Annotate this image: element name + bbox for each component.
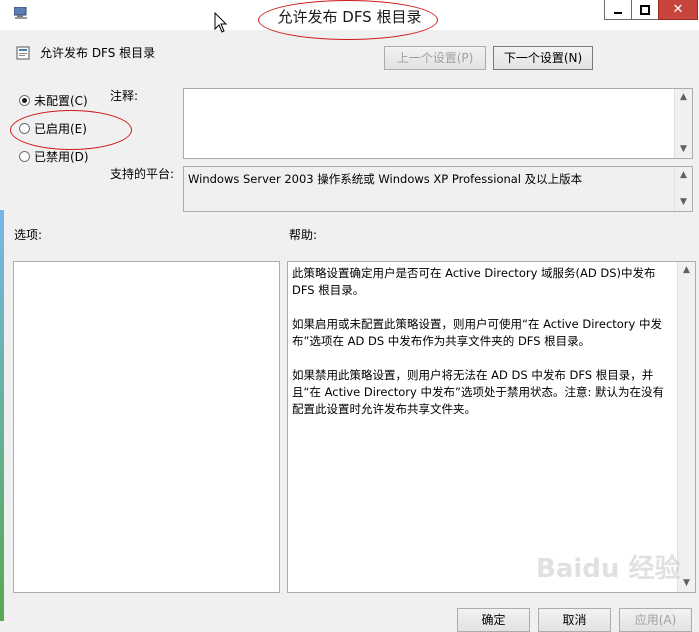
- help-section-label: 帮助:: [289, 228, 318, 242]
- desktop-edge: [0, 210, 4, 621]
- minimize-button[interactable]: [604, 0, 632, 20]
- help-scrollbar[interactable]: ▲ ▼: [677, 262, 695, 592]
- options-section-label: 选项:: [14, 228, 43, 242]
- ok-button[interactable]: 确定: [457, 608, 530, 632]
- help-pane: 此策略设置确定用户是否可在 Active Directory 域服务(AD DS…: [287, 261, 696, 593]
- policy-name: 允许发布 DFS 根目录: [40, 46, 156, 60]
- mouse-cursor-icon: [214, 11, 228, 34]
- scroll-up-icon[interactable]: ▲: [675, 167, 692, 184]
- platform-label: 支持的平台:: [110, 167, 175, 181]
- scroll-up-icon[interactable]: ▲: [675, 89, 692, 106]
- title-annotation-ellipse: [258, 0, 438, 40]
- scroll-down-icon[interactable]: ▼: [675, 194, 692, 211]
- comment-textarea[interactable]: ▲ ▼: [183, 88, 693, 159]
- platform-box: Windows Server 2003 操作系统或 Windows XP Pro…: [183, 166, 693, 212]
- radio-disabled-indicator[interactable]: [19, 151, 30, 162]
- scroll-down-icon[interactable]: ▼: [675, 141, 692, 158]
- previous-setting-button[interactable]: 上一个设置(P): [384, 46, 486, 70]
- watermark: Baidu 经验: [536, 554, 681, 584]
- radio-disabled[interactable]: 已禁用(D): [19, 148, 89, 165]
- radio-not-configured-label: 未配置(C): [34, 94, 88, 108]
- maximize-button[interactable]: [631, 0, 659, 20]
- comment-scrollbar[interactable]: ▲ ▼: [674, 89, 692, 158]
- scroll-up-icon[interactable]: ▲: [678, 262, 695, 279]
- radio-not-configured[interactable]: 未配置(C): [19, 92, 88, 109]
- apply-button[interactable]: 应用(A): [619, 608, 692, 632]
- help-paragraph: 如果禁用此策略设置，则用户将无法在 AD DS 中发布 DFS 根目录，并且“在…: [292, 368, 664, 416]
- close-button[interactable]: ✕: [658, 0, 698, 20]
- help-text: 此策略设置确定用户是否可在 Active Directory 域服务(AD DS…: [292, 265, 673, 435]
- platform-scrollbar[interactable]: ▲ ▼: [674, 167, 692, 211]
- scroll-down-icon[interactable]: ▼: [678, 575, 695, 592]
- help-paragraph: 如果启用或未配置此策略设置，则用户可使用“在 Active Directory …: [292, 317, 662, 348]
- help-paragraph: 此策略设置确定用户是否可在 Active Directory 域服务(AD DS…: [292, 266, 656, 297]
- cancel-button[interactable]: 取消: [538, 608, 611, 632]
- radio-not-configured-indicator[interactable]: [19, 95, 30, 106]
- radio-disabled-label: 已禁用(D): [34, 150, 89, 164]
- platform-value: Windows Server 2003 操作系统或 Windows XP Pro…: [188, 172, 583, 186]
- close-icon: ✕: [672, 2, 684, 17]
- policy-setting-icon: [16, 46, 30, 60]
- next-setting-button[interactable]: 下一个设置(N): [493, 46, 593, 70]
- comment-label: 注释:: [110, 89, 139, 103]
- options-pane: [13, 261, 280, 593]
- enabled-annotation-ellipse: [10, 110, 132, 150]
